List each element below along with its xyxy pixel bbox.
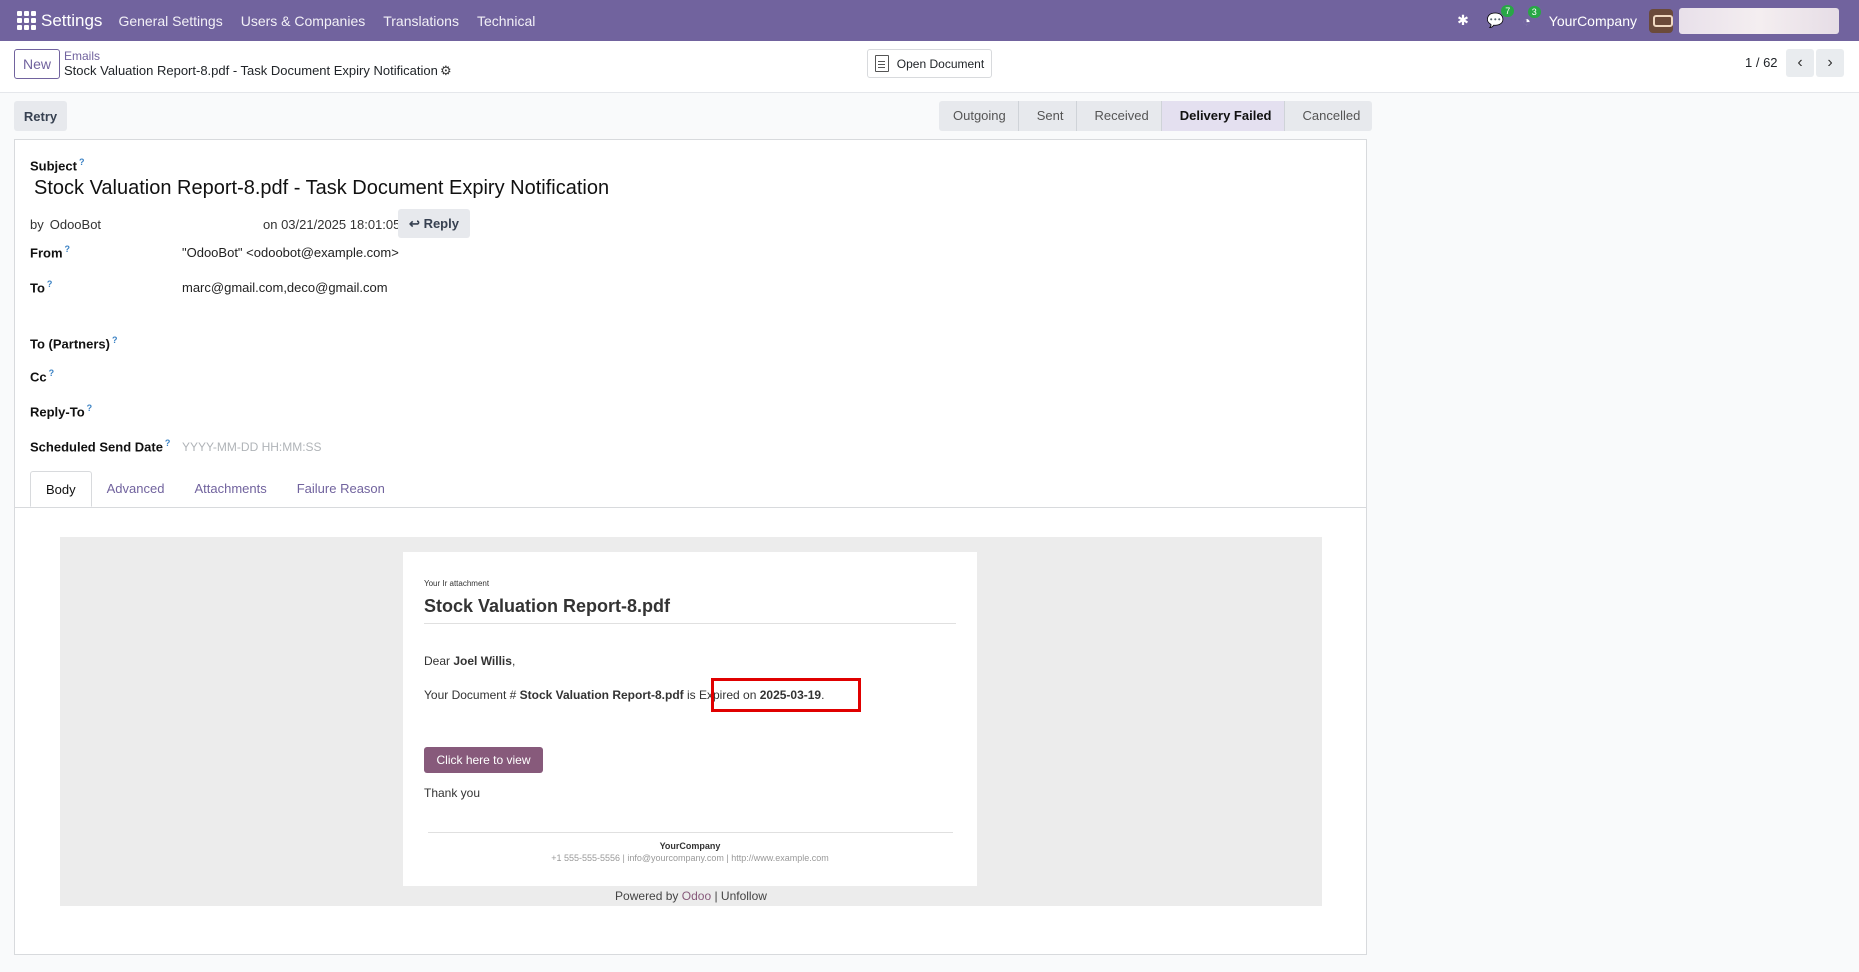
- email-body-preview: Your Ir attachment Stock Valuation Repor…: [60, 537, 1322, 906]
- subject-field[interactable]: Stock Valuation Report-8.pdf - Task Docu…: [34, 177, 609, 200]
- breadcrumb-current-record: Stock Valuation Report-8.pdf - Task Docu…: [64, 63, 438, 78]
- status-bar: Outgoing Sent Received Delivery Failed C…: [939, 101, 1373, 131]
- click-here-to-view-button[interactable]: Click here to view: [424, 747, 543, 773]
- help-icon[interactable]: ?: [87, 403, 93, 413]
- pager-previous-button[interactable]: ‹: [1786, 49, 1814, 77]
- stage-delivery-failed[interactable]: Delivery Failed: [1161, 101, 1285, 131]
- top-navbar: Settings General Settings Users & Compan…: [0, 0, 1859, 41]
- menu-users-companies[interactable]: Users & Companies: [241, 13, 366, 29]
- menu-technical[interactable]: Technical: [477, 13, 535, 29]
- help-icon[interactable]: ?: [49, 368, 55, 378]
- powered-by-line: Powered by Odoo | Unfollow: [615, 889, 767, 903]
- stage-cancelled[interactable]: Cancelled: [1284, 101, 1373, 131]
- pager-value[interactable]: 1 / 62: [1745, 55, 1778, 70]
- document-name: Stock Valuation Report-8.pdf: [519, 688, 684, 702]
- tab-body[interactable]: Body: [30, 471, 92, 507]
- tab-divider: [15, 507, 1366, 508]
- retry-button[interactable]: Retry: [14, 101, 67, 131]
- to-label: To?: [30, 279, 53, 296]
- thank-you-text: Thank you: [424, 786, 481, 800]
- company-switcher[interactable]: YourCompany: [1549, 13, 1637, 29]
- notebook-tabs: Body Advanced Attachments Failure Reason: [30, 471, 400, 507]
- menu-general-settings[interactable]: General Settings: [118, 13, 222, 29]
- stage-outgoing[interactable]: Outgoing: [939, 101, 1019, 131]
- author-name[interactable]: OdooBot: [50, 217, 101, 232]
- messages-count-badge: 7: [1501, 5, 1515, 17]
- scheduled-send-date-label: Scheduled Send Date?: [30, 438, 171, 455]
- scheduled-send-date-input[interactable]: YYYY-MM-DD HH:MM:SS: [182, 440, 322, 454]
- footer-divider: [428, 832, 953, 833]
- help-icon[interactable]: ?: [65, 244, 71, 254]
- email-card: Your Ir attachment Stock Valuation Repor…: [403, 552, 977, 886]
- reply-button[interactable]: ↩ Reply: [398, 209, 470, 238]
- form-sheet: Subject? Stock Valuation Report-8.pdf - …: [14, 139, 1367, 955]
- gear-icon[interactable]: ⚙: [440, 63, 452, 79]
- from-field[interactable]: "OdooBot" <odoobot@example.com>: [182, 245, 399, 260]
- stage-received[interactable]: Received: [1076, 101, 1162, 131]
- apps-menu-icon[interactable]: [15, 10, 37, 32]
- highlight-box: [711, 678, 861, 712]
- breadcrumb-emails[interactable]: Emails: [64, 49, 100, 63]
- app-name[interactable]: Settings: [41, 11, 102, 31]
- reply-to-label: Reply-To?: [30, 403, 93, 420]
- activities-count-badge: 3: [1527, 5, 1541, 18]
- help-icon[interactable]: ?: [47, 279, 53, 289]
- odoo-link[interactable]: Odoo: [682, 889, 711, 903]
- menu-translations[interactable]: Translations: [383, 13, 459, 29]
- cc-label: Cc?: [30, 368, 55, 385]
- subject-label: Subject?: [30, 157, 85, 174]
- email-small-label: Your Ir attachment: [424, 579, 490, 588]
- greeting: Dear Joel Willis,: [424, 654, 516, 668]
- control-panel: New Emails Stock Valuation Report-8.pdf …: [0, 41, 1859, 93]
- tab-attachments[interactable]: Attachments: [179, 471, 281, 507]
- tab-advanced[interactable]: Advanced: [92, 471, 180, 507]
- from-label: From?: [30, 244, 71, 261]
- email-title: Stock Valuation Report-8.pdf: [424, 596, 671, 616]
- systray: ✱ 💬 7 ◔ 3 YourCompany: [1457, 0, 1859, 41]
- messages-icon[interactable]: 💬 7: [1487, 5, 1515, 29]
- to-partners-label: To (Partners)?: [30, 335, 118, 352]
- divider: [424, 623, 956, 624]
- pager-next-button[interactable]: ›: [1816, 49, 1844, 77]
- activities-clock-icon[interactable]: ◔ 3: [1522, 5, 1541, 29]
- to-field[interactable]: marc@gmail.com,deco@gmail.com: [182, 280, 388, 295]
- reply-arrow-icon: ↩: [409, 215, 420, 231]
- help-icon[interactable]: ?: [165, 438, 171, 448]
- help-icon[interactable]: ?: [112, 335, 118, 345]
- new-button[interactable]: New: [14, 49, 60, 79]
- sent-date: on 03/21/2025 18:01:05: [263, 217, 401, 232]
- author-line: by OdooBot: [30, 217, 102, 232]
- user-name-blurred[interactable]: [1679, 7, 1839, 34]
- user-avatar[interactable]: [1649, 8, 1673, 33]
- recipient-name: Joel Willis: [453, 654, 512, 668]
- unfollow-link[interactable]: | Unfollow: [714, 889, 766, 903]
- footer-company: YourCompany: [659, 841, 721, 851]
- footer-contact: +1 555-555-5556 | info@yourcompany.com |…: [551, 853, 829, 863]
- help-icon[interactable]: ?: [79, 157, 85, 167]
- tab-failure-reason[interactable]: Failure Reason: [282, 471, 400, 507]
- document-icon: [874, 55, 889, 72]
- debug-bug-icon[interactable]: ✱: [1457, 12, 1469, 29]
- open-document-label: Open Document: [896, 56, 985, 71]
- stage-sent[interactable]: Sent: [1018, 101, 1077, 131]
- open-document-button[interactable]: Open Document: [867, 49, 992, 78]
